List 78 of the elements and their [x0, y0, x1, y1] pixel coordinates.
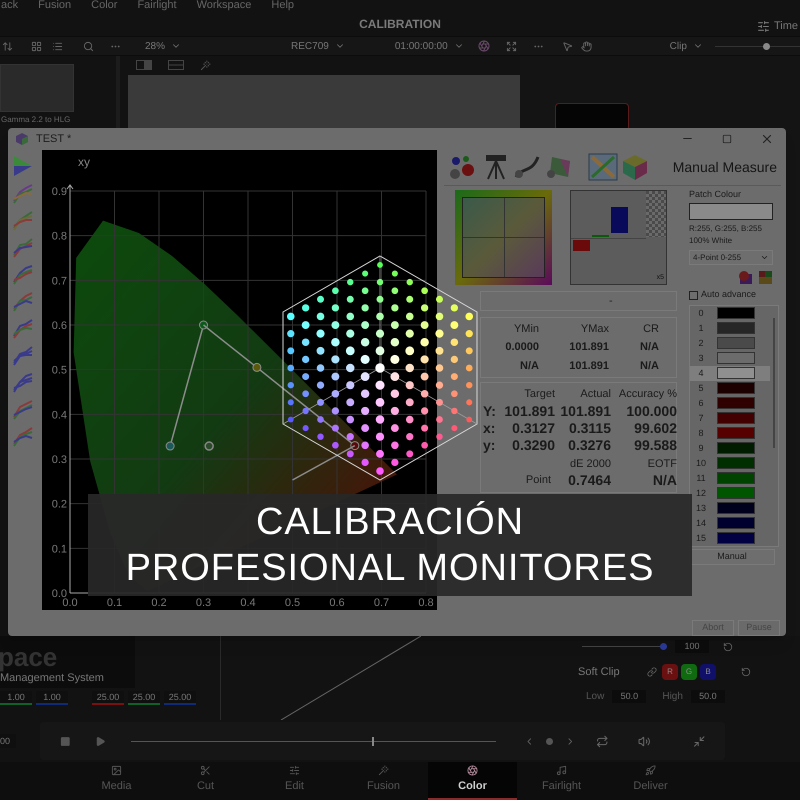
x-tick-label: 0.1: [106, 596, 122, 609]
patch-number: 3: [697, 352, 704, 365]
column-header: CR: [642, 322, 659, 337]
patch-number: 5: [697, 382, 704, 395]
table-cell-text: 0.0000: [504, 340, 539, 356]
status-text: -: [609, 294, 613, 309]
table-cell-text: 0.3290: [511, 436, 555, 454]
x-tick-label: 0.7: [374, 596, 390, 609]
patch-number: 15: [694, 532, 707, 545]
row-label: y:: [483, 436, 496, 454]
row-label: Y:: [483, 402, 497, 420]
patch-number: 13: [694, 502, 707, 515]
column-header: Accuracy %: [618, 387, 677, 402]
patch-number: 10: [694, 456, 707, 470]
patch-number: 8: [697, 426, 704, 440]
table-cell-text: N/A: [519, 358, 539, 374]
x-tick-label: 0.2: [151, 596, 167, 609]
soft-clip-label: Soft Clip: [578, 665, 621, 680]
y-tick-label: 0.7: [52, 275, 67, 288]
table-cell-text: 101.891: [568, 340, 609, 356]
row-label: Point: [524, 473, 552, 488]
table-cell-text: N/A: [639, 340, 659, 356]
patch-name: 100% White: [689, 235, 734, 248]
table-cell-text: 0.7464: [567, 472, 611, 490]
clip-label: Gamma 2.2 to HLG: [0, 114, 72, 126]
x-tick-label: 0.3: [196, 596, 212, 609]
section-heading: Patch Colour: [689, 188, 742, 201]
window-title: TEST *: [36, 132, 72, 147]
patch-number: 12: [694, 486, 707, 500]
y-tick-label: 0.4: [52, 409, 67, 422]
table-cell-text: 101.891: [503, 402, 555, 420]
patch-number: 6: [697, 396, 704, 410]
x-tick-label: 0.5: [284, 596, 300, 609]
column-header: Target: [523, 387, 555, 402]
patch-number: 9: [697, 442, 704, 455]
patch-number: 14: [694, 516, 707, 530]
patch-number: 2: [697, 336, 704, 350]
table-cell-text: N/A: [639, 358, 659, 374]
column-header: dE 2000: [569, 456, 611, 472]
y-tick-label: 0.2: [52, 498, 67, 511]
banner-line: CALIBRACIÓN: [256, 500, 524, 545]
column-header: Actual: [579, 387, 611, 402]
y-tick-label: 0.8: [52, 230, 67, 243]
patch-number: 0: [697, 306, 704, 320]
patch-number: 1: [697, 322, 704, 335]
chart-title: xy: [78, 154, 90, 169]
table-cell-text: 99.602: [633, 420, 677, 437]
logo-subtitle: Management System: [0, 672, 105, 686]
table-cell-text: 101.891: [559, 402, 611, 420]
column-header: YMin: [512, 322, 539, 337]
table-cell-text: 0.3115: [568, 420, 611, 437]
column-header: YMax: [580, 322, 609, 337]
column-header: EOTF: [646, 456, 677, 472]
y-tick-label: 0.5: [52, 364, 67, 377]
y-tick-label: 0.6: [52, 320, 67, 332]
x-tick-label: 0.4: [240, 596, 256, 609]
app-title: CALIBRATION: [359, 16, 441, 33]
table-cell-text: 100.000: [625, 402, 677, 420]
field-label: High: [662, 690, 683, 704]
patch-number: 11: [695, 472, 707, 485]
field-label: Low: [586, 690, 604, 704]
checkbox-label: Auto advance: [701, 288, 756, 302]
rgb-values: R:255, G:255, B:255: [689, 223, 763, 236]
table-cell-text: 0.3276: [567, 436, 611, 454]
y-tick-label: 0.3: [52, 454, 67, 466]
table-cell-text: N/A: [652, 472, 677, 490]
x-tick-label: 0.6: [329, 596, 345, 609]
panel-title: Manual Measure: [672, 158, 777, 177]
table-cell-text: 0.3127: [511, 420, 555, 437]
banner-line: PROFESIONAL MONITORES: [126, 546, 654, 591]
y-tick-label: 0.1: [52, 543, 67, 556]
row-label: x:: [483, 420, 496, 437]
patch-number: 4: [697, 366, 704, 380]
y-tick-label: 0.9: [52, 186, 67, 198]
table-cell-text: 101.891: [568, 358, 609, 374]
patch-number: 7: [697, 412, 704, 425]
table-cell-text: 99.588: [633, 436, 677, 454]
x-tick-label: 0.8: [418, 596, 434, 609]
